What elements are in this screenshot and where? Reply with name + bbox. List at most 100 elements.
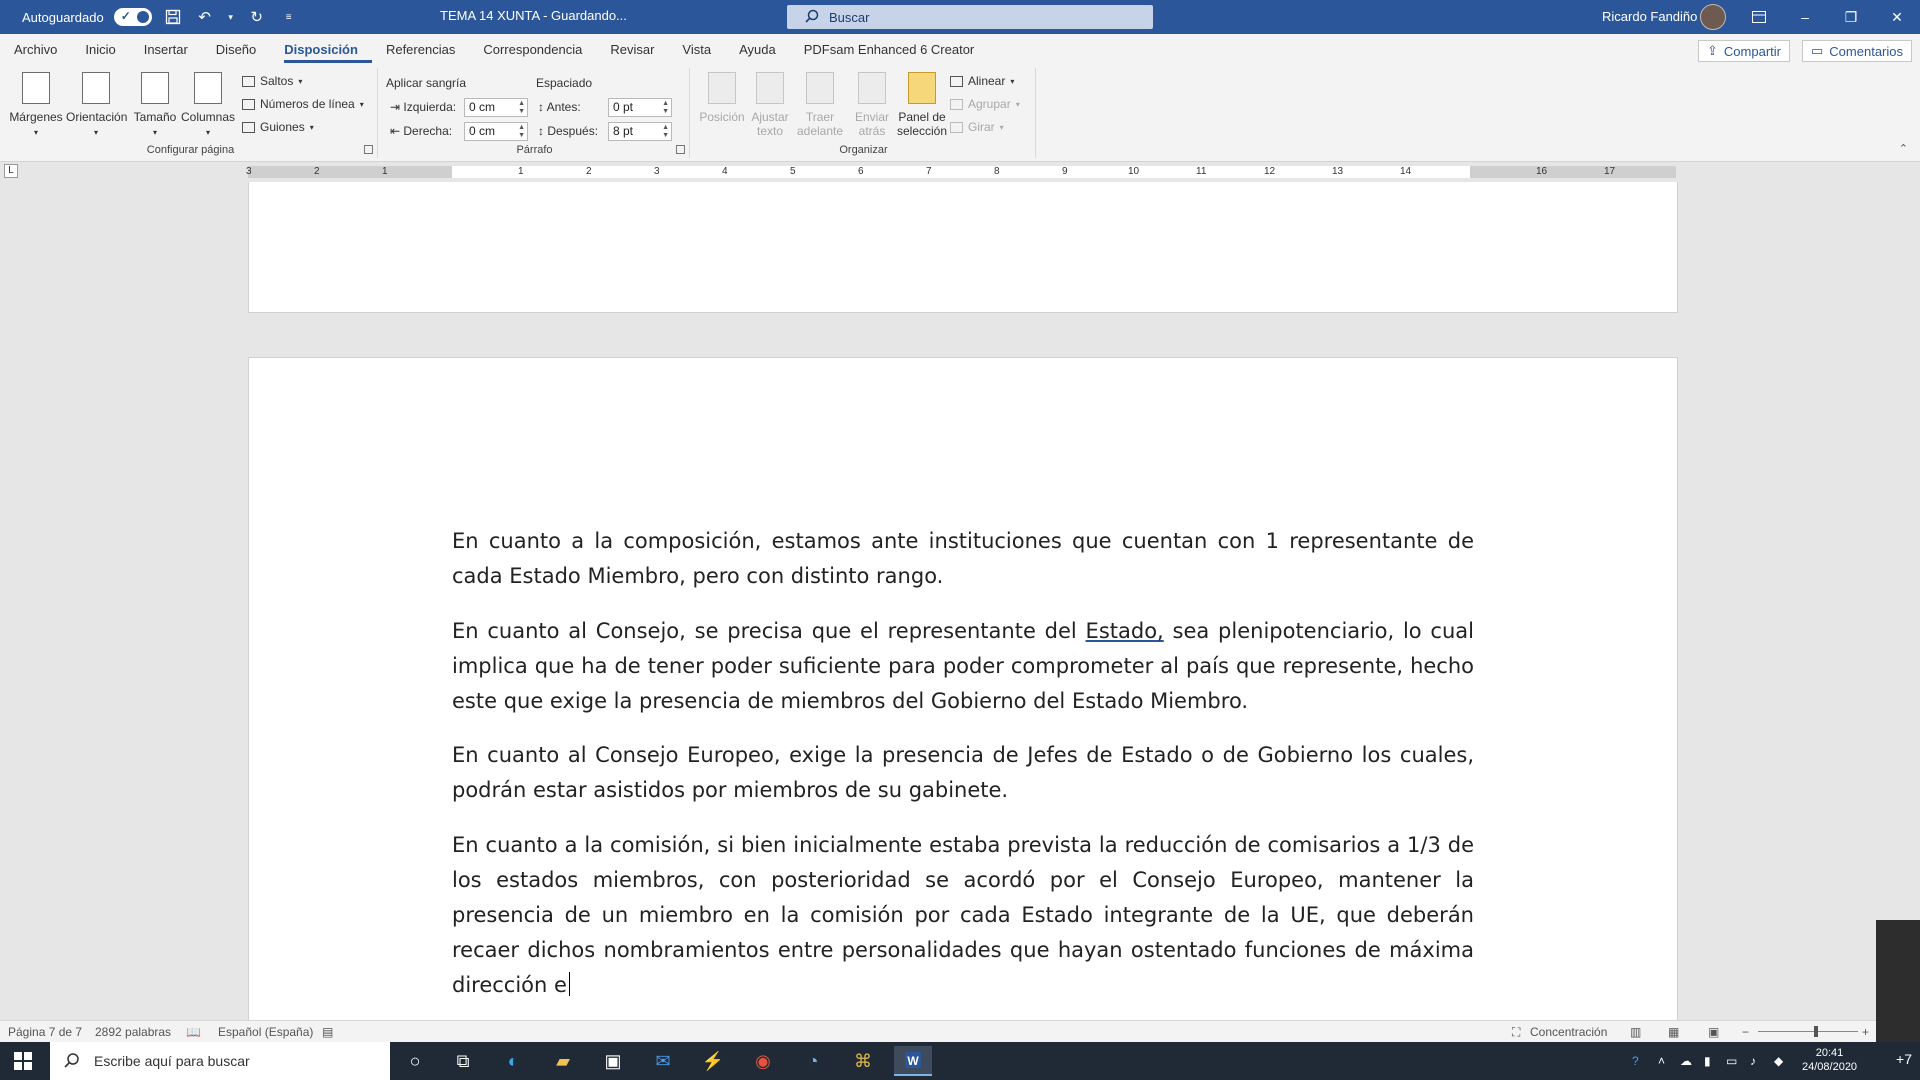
onedrive-icon[interactable]: ☁ — [1680, 1054, 1692, 1068]
tab-diseno[interactable]: Diseño — [216, 34, 270, 64]
chrome-icon[interactable]: ◉ — [748, 1046, 778, 1076]
word-count[interactable]: 2892 palabras — [95, 1025, 171, 1039]
align-button[interactable]: Alinear ▾ — [950, 74, 1014, 88]
orientation-label: Orientación — [66, 110, 128, 124]
title-bar: Autoguardado ✓ ↶ ▾ ↻ ≡ TEMA 14 XUNTA - G… — [0, 0, 1920, 34]
tab-archivo[interactable]: Archivo — [14, 34, 71, 64]
tab-vista[interactable]: Vista — [682, 34, 725, 64]
paragraph-consejo-europeo[interactable]: En cuanto al Consejo Europeo, exige la p… — [452, 738, 1474, 808]
volume-icon[interactable]: ♪ — [1750, 1054, 1756, 1068]
indent-right-label: ⇤ Derecha: — [390, 124, 453, 138]
tab-insertar[interactable]: Insertar — [144, 34, 202, 64]
task-view-icon[interactable]: ⧉ — [448, 1046, 478, 1076]
page-previous[interactable] — [249, 182, 1677, 312]
ruler-number: 2 — [586, 166, 592, 177]
rotate-label: Girar — [968, 120, 995, 134]
edge-icon[interactable]: ◐ — [498, 1046, 528, 1076]
print-layout-icon[interactable]: ▦ — [1668, 1025, 1679, 1039]
notification-badge[interactable]: +7 — [1896, 1051, 1912, 1067]
indent-left-input[interactable]: 0 cm ▲ ▼ — [464, 98, 528, 117]
horizontal-ruler[interactable]: 3 2 1 1 2 3 4 5 6 7 8 9 10 11 12 13 14 1… — [246, 166, 1676, 178]
spacing-before-label: ↕ Antes: — [538, 100, 581, 114]
share-button[interactable]: ⇪ Compartir — [1698, 40, 1790, 62]
redo-icon[interactable]: ↻ — [246, 6, 268, 28]
page-current[interactable]: En cuanto a la composición, estamos ante… — [249, 358, 1677, 1020]
hyphenation-button[interactable]: Guiones ▾ — [242, 120, 314, 134]
windows-start-icon[interactable] — [8, 1046, 38, 1076]
document-canvas[interactable]: En cuanto a la composición, estamos ante… — [0, 182, 1920, 1020]
read-mode-icon[interactable]: ▥ — [1630, 1025, 1641, 1039]
paragraph-comision[interactable]: En cuanto a la comisión, si bien inicial… — [452, 828, 1474, 1003]
tab-ayuda[interactable]: Ayuda — [739, 34, 790, 64]
bring-forward-icon — [806, 72, 834, 104]
microphone-icon[interactable]: ▮ — [1704, 1054, 1711, 1068]
search-box[interactable]: Buscar — [787, 5, 1153, 29]
web-layout-icon[interactable]: ▣ — [1708, 1025, 1719, 1039]
zoom-slider-thumb[interactable] — [1814, 1026, 1818, 1037]
store-icon[interactable]: ▣ — [598, 1046, 628, 1076]
indent-right-input[interactable]: 0 cm ▲ ▼ — [464, 122, 528, 141]
orientation-button[interactable]: Orientación ▾ — [66, 72, 128, 138]
zoom-out-icon[interactable]: − — [1742, 1025, 1749, 1039]
tab-selector[interactable]: L — [4, 164, 18, 178]
comments-button[interactable]: ▭ Comentarios — [1802, 40, 1912, 62]
zoom-in-icon[interactable]: + — [1862, 1025, 1869, 1039]
user-name[interactable]: Ricardo Fandiño — [1602, 9, 1697, 24]
network-icon[interactable]: ▭ — [1726, 1054, 1737, 1068]
collapse-ribbon-icon[interactable]: ⌃ — [1899, 142, 1908, 155]
python-icon[interactable]: ⌘ — [848, 1046, 878, 1076]
proofing-icon[interactable]: 📖 — [186, 1025, 201, 1039]
paragraph-composition[interactable]: En cuanto a la composición, estamos ante… — [452, 524, 1474, 594]
tab-disposicion[interactable]: Disposición — [284, 35, 372, 63]
document-title[interactable]: TEMA 14 XUNTA - Guardando... — [440, 8, 627, 23]
customize-toolbar-icon[interactable]: ≡ — [278, 6, 300, 28]
rotate-button[interactable]: Girar ▾ — [950, 120, 1004, 134]
show-hidden-icons[interactable]: ˄ — [1658, 1054, 1665, 1068]
page-setup-launcher-icon[interactable] — [364, 145, 373, 154]
spacing-after-input[interactable]: 8 pt ▲ ▼ — [608, 122, 672, 141]
spelling-underline[interactable]: Estado, — [1086, 619, 1164, 643]
ruler-number: 6 — [858, 166, 864, 177]
page-count[interactable]: Página 7 de 7 — [8, 1025, 82, 1039]
selection-pane-button[interactable]: Panel de selección — [892, 72, 952, 138]
help-icon[interactable]: ? — [1632, 1054, 1639, 1068]
spacing-before-input[interactable]: 0 pt ▲ ▼ — [608, 98, 672, 117]
focus-mode-button[interactable]: Concentración — [1530, 1025, 1607, 1039]
mail-icon[interactable]: ✉ — [648, 1046, 678, 1076]
language[interactable]: Español (España) — [218, 1025, 313, 1039]
taskbar-search[interactable]: Escribe aquí para buscar — [50, 1042, 390, 1080]
dropbox-icon[interactable]: ◆ — [1774, 1054, 1783, 1068]
tab-pdfsam[interactable]: PDFsam Enhanced 6 Creator — [804, 34, 989, 64]
paragraph-consejo[interactable]: En cuanto al Consejo, se precisa que el … — [452, 614, 1474, 719]
margins-button[interactable]: Márgenes ▾ — [6, 72, 66, 138]
save-icon[interactable] — [162, 6, 184, 28]
breaks-button[interactable]: Saltos ▾ — [242, 74, 302, 88]
avatar[interactable] — [1700, 4, 1726, 30]
bring-forward-button[interactable]: Traer adelante — [790, 72, 850, 138]
minimize-icon[interactable]: – — [1782, 0, 1828, 34]
line-numbers-button[interactable]: Números de línea ▾ — [242, 97, 364, 111]
paragraph-launcher-icon[interactable] — [676, 145, 685, 154]
tab-referencias[interactable]: Referencias — [386, 34, 469, 64]
group-label-arrange: Organizar — [839, 144, 888, 156]
accessibility-icon[interactable]: ▤ — [322, 1025, 333, 1039]
close-icon[interactable]: ✕ — [1874, 0, 1920, 34]
restore-icon[interactable]: ❐ — [1828, 0, 1874, 34]
zoom-slider-track[interactable] — [1758, 1031, 1858, 1032]
tab-inicio[interactable]: Inicio — [85, 34, 129, 64]
word-taskbar-icon[interactable]: W — [894, 1046, 932, 1076]
app-icon[interactable]: ⚡ — [698, 1046, 728, 1076]
app-circle-icon[interactable]: ◔ — [798, 1046, 828, 1076]
columns-button[interactable]: Columnas ▾ — [178, 72, 238, 138]
file-explorer-icon[interactable]: ▰ — [548, 1046, 578, 1076]
cortana-icon[interactable]: ○ — [400, 1046, 430, 1076]
tab-correspondencia[interactable]: Correspondencia — [483, 34, 596, 64]
tab-revisar[interactable]: Revisar — [610, 34, 668, 64]
clock[interactable]: 20:41 24/08/2020 — [1802, 1046, 1857, 1074]
size-button[interactable]: Tamaño ▾ — [125, 72, 185, 138]
autosave-toggle[interactable]: ✓ — [113, 8, 152, 26]
ribbon-display-options-icon[interactable] — [1736, 0, 1782, 34]
undo-dropdown-icon[interactable]: ▾ — [226, 6, 236, 28]
group-button[interactable]: Agrupar ▾ — [950, 97, 1020, 111]
undo-icon[interactable]: ↶ — [194, 6, 216, 28]
